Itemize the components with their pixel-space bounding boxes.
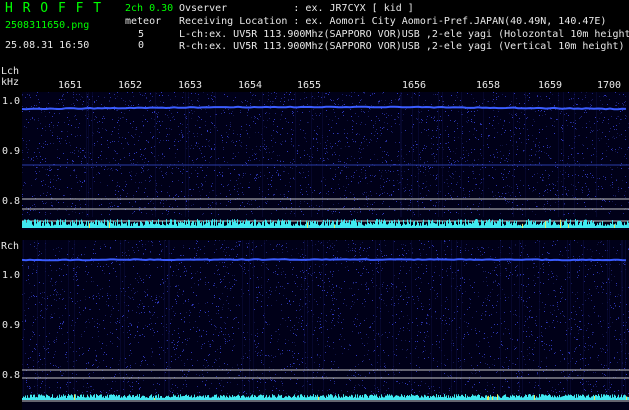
carrier-signal-line	[22, 258, 627, 262]
rch-freq-tick: 0.9	[2, 320, 21, 331]
rch-meteor-count: 0	[138, 40, 145, 51]
rch-freq-tick: 1.0	[2, 270, 21, 281]
observer-info: Ovserver : ex. JR7CYX [ kid ]	[179, 3, 414, 14]
rch-spectrogram-canvas	[22, 240, 629, 410]
time-tick: 1654	[238, 80, 263, 91]
khz-unit-label: kHz	[1, 77, 20, 88]
datetime-label: 25.08.31 16:50	[5, 40, 90, 51]
rch-spectrogram	[22, 240, 629, 410]
lch-freq-tick: 0.8	[2, 196, 21, 207]
lch-meteor-count: 5	[138, 29, 145, 40]
time-tick: 1659	[538, 80, 563, 91]
time-tick: 1700	[597, 80, 622, 91]
version-label: 2ch 0.30	[125, 3, 174, 14]
lch-freq-tick: 1.0	[2, 96, 21, 107]
app-logo: H R O F F T	[5, 1, 103, 16]
rch-info: R-ch:ex. UV5R 113.900Mhz(SAPPORO VOR)USB…	[179, 41, 625, 52]
meteor-label: meteor	[125, 16, 162, 27]
time-tick: 1656	[402, 80, 427, 91]
filename-label: 2508311650.png	[5, 20, 90, 31]
time-tick: 1655	[297, 80, 322, 91]
lch-freq-tick: 0.9	[2, 146, 21, 157]
lch-spectrogram	[22, 92, 629, 230]
time-tick: 1652	[118, 80, 143, 91]
rch-label: Rch	[1, 241, 20, 252]
lch-label: Lch	[1, 66, 20, 77]
time-tick: 1653	[178, 80, 203, 91]
location-info: Receiving Location : ex. Aomori City Aom…	[179, 16, 607, 27]
rch-freq-tick: 0.8	[2, 370, 21, 381]
time-tick: 1658	[476, 80, 501, 91]
lch-spectrogram-canvas	[22, 92, 629, 230]
lch-info: L-ch:ex. UV5R 113.900Mhz(SAPPORO VOR)USB…	[179, 29, 629, 40]
time-tick: 1651	[58, 80, 83, 91]
